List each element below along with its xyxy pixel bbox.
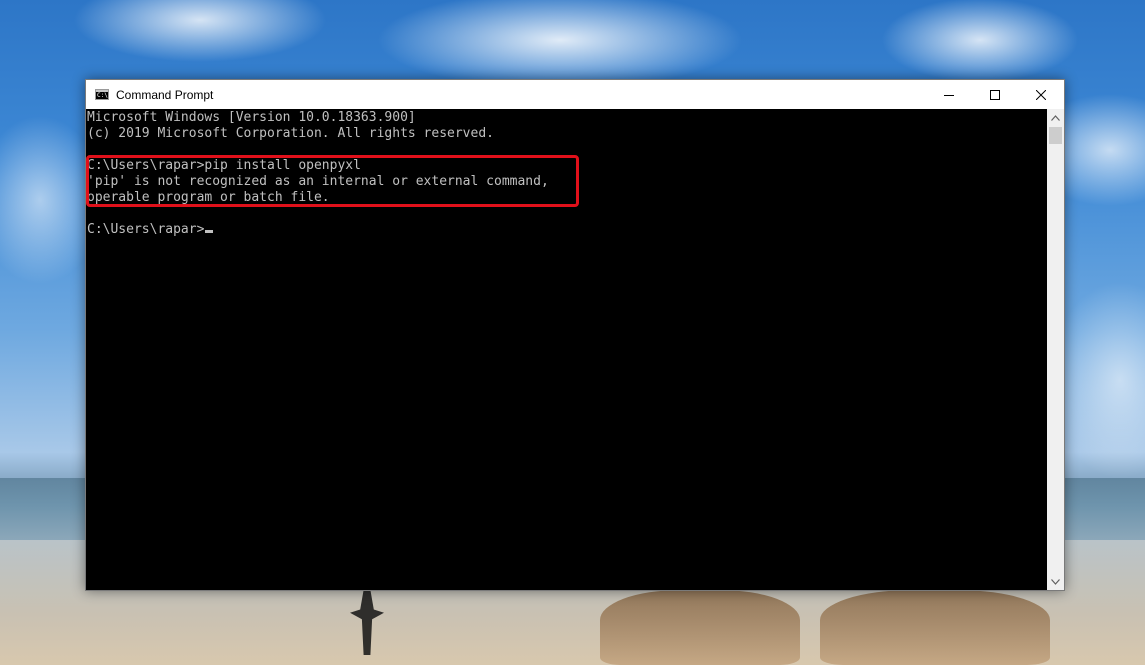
desktop-wallpaper: C:\ Command Prompt Microsoft Windows [Ve… xyxy=(0,0,1145,665)
command-prompt-window[interactable]: C:\ Command Prompt Microsoft Windows [Ve… xyxy=(85,79,1065,591)
wallpaper-rock-reflection xyxy=(820,590,1050,665)
close-icon xyxy=(1036,89,1046,100)
console-line: Microsoft Windows [Version 10.0.18363.90… xyxy=(87,110,416,125)
scroll-down-button[interactable] xyxy=(1047,573,1064,590)
maximize-button[interactable] xyxy=(972,80,1018,109)
window-title: Command Prompt xyxy=(116,87,214,102)
console-prompt-line[interactable]: C:\Users\rapar> xyxy=(87,222,214,238)
wallpaper-rock-reflection xyxy=(600,590,800,665)
console-output[interactable]: Microsoft Windows [Version 10.0.18363.90… xyxy=(86,109,1047,590)
command-prompt-icon[interactable]: C:\ xyxy=(95,89,109,100)
app-icon-glyph: C:\ xyxy=(97,92,108,99)
scroll-up-button[interactable] xyxy=(1047,109,1064,126)
close-button[interactable] xyxy=(1018,80,1064,109)
window-controls xyxy=(926,80,1064,109)
minimize-button[interactable] xyxy=(926,80,972,109)
scrollbar-thumb[interactable] xyxy=(1049,127,1062,144)
minimize-icon xyxy=(944,94,954,96)
chevron-down-icon xyxy=(1051,578,1060,585)
title-bar[interactable]: C:\ Command Prompt xyxy=(86,80,1064,109)
vertical-scrollbar[interactable] xyxy=(1047,109,1064,590)
maximize-icon xyxy=(990,89,1000,100)
console-prompt: C:\Users\rapar> xyxy=(87,222,205,237)
chevron-up-icon xyxy=(1051,114,1060,121)
text-cursor xyxy=(205,230,214,233)
console-line: (c) 2019 Microsoft Corporation. All righ… xyxy=(87,126,494,141)
error-highlight-box xyxy=(86,155,579,207)
